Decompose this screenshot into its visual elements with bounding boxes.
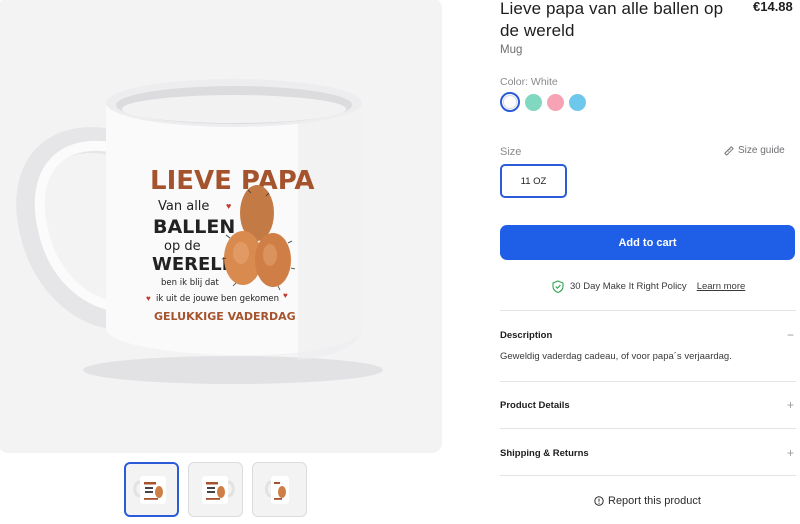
expand-icon: + xyxy=(786,398,794,412)
accordion-shipping-title: Shipping & Returns xyxy=(500,447,589,459)
swatch-white[interactable] xyxy=(500,92,520,112)
size-label: Size xyxy=(500,146,522,158)
product-image-panel: LIEVE PAPA Van alle BALLEN op de WERELD … xyxy=(0,0,442,453)
thumbnail-2[interactable] xyxy=(188,462,243,517)
accordion-shipping-returns[interactable]: Shipping & Returns + xyxy=(500,446,796,460)
ruler-icon xyxy=(724,146,734,156)
accordion-description[interactable]: Description − xyxy=(500,328,796,342)
mug-print-line2: Van alle xyxy=(158,199,209,214)
policy-text: 30 Day Make It Right Policy xyxy=(570,281,687,292)
accordion-details-title: Product Details xyxy=(500,399,570,411)
add-to-cart-button[interactable]: Add to cart xyxy=(500,225,795,260)
mug-image: LIEVE PAPA Van alle BALLEN op de WERELD … xyxy=(16,79,383,384)
mug-thumb-icon xyxy=(201,475,235,504)
mug-thumb-icon xyxy=(264,475,289,504)
report-label: Report this product xyxy=(608,495,701,507)
color-label: Color: White xyxy=(500,76,558,88)
report-product-link[interactable]: Report this product xyxy=(594,495,701,507)
mug-thumb-icon xyxy=(132,475,166,504)
size-guide-link[interactable]: Size guide xyxy=(723,145,785,156)
divider xyxy=(500,310,796,311)
product-price: €14.88 xyxy=(753,0,793,14)
size-option-11oz[interactable]: 11 OZ xyxy=(500,164,567,198)
product-title: Lieve papa van alle ballen op de wereld xyxy=(500,0,724,40)
swatch-mint[interactable] xyxy=(525,93,542,111)
thumbnail-strip xyxy=(124,462,307,517)
divider xyxy=(500,475,796,476)
policy-row: 30 Day Make It Right Policy Learn more xyxy=(552,280,745,293)
accordion-product-details[interactable]: Product Details + xyxy=(500,398,796,412)
divider xyxy=(500,428,796,429)
mug-print-line4: op de xyxy=(164,239,201,254)
learn-more-link[interactable]: Learn more xyxy=(697,281,746,292)
mug-print-line6: ben ik blij dat xyxy=(161,278,219,288)
shield-check-icon xyxy=(552,280,564,293)
mug-print-line1: LIEVE PAPA xyxy=(150,166,315,196)
thumbnail-1[interactable] xyxy=(124,462,179,517)
product-type: Mug xyxy=(500,44,523,56)
mug-print-line7: ik uit de jouwe ben gekomen xyxy=(156,294,279,304)
swatch-pink[interactable] xyxy=(547,93,564,111)
swatch-light-blue[interactable] xyxy=(569,93,586,111)
heart-icon: ♥ xyxy=(146,294,151,303)
heart-icon: ♥ xyxy=(226,201,231,211)
color-swatches xyxy=(500,92,586,112)
heart-icon: ♥ xyxy=(283,291,288,300)
info-circle-icon xyxy=(594,496,604,506)
collapse-icon: − xyxy=(786,328,794,342)
accordion-description-title: Description xyxy=(500,329,553,341)
mug-print-line8: GELUKKIGE VADERDAG xyxy=(154,310,296,323)
divider xyxy=(500,381,796,382)
size-guide-label: Size guide xyxy=(738,145,785,156)
description-text: Geweldig vaderdag cadeau, of voor papa´s… xyxy=(500,351,732,362)
expand-icon: + xyxy=(786,446,794,460)
thumbnail-3[interactable] xyxy=(252,462,307,517)
mug-print-line3: BALLEN xyxy=(153,216,235,238)
